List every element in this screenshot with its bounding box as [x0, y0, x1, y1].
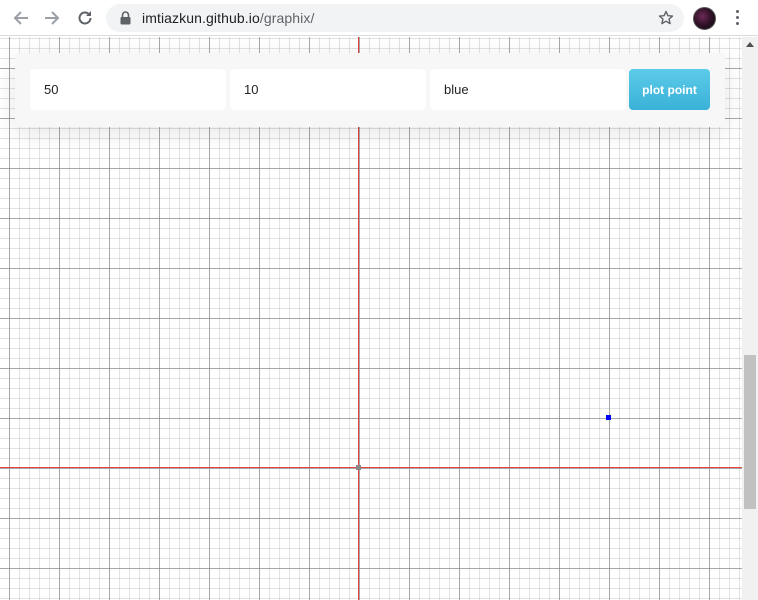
url-text: imtiazkun.github.io/graphix/	[142, 10, 314, 26]
input-panel: plot point	[15, 53, 725, 127]
reload-icon[interactable]	[75, 8, 95, 28]
plotted-point	[606, 415, 611, 420]
address-bar[interactable]: imtiazkun.github.io/graphix/	[106, 4, 684, 32]
color-input[interactable]	[430, 69, 626, 110]
forward-arrow-icon[interactable]	[42, 8, 62, 28]
kebab-menu-icon[interactable]	[732, 10, 742, 26]
star-icon[interactable]	[658, 10, 674, 31]
url-path: /graphix/	[259, 10, 315, 26]
browser-toolbar: imtiazkun.github.io/graphix/	[0, 0, 758, 36]
origin-marker	[356, 465, 361, 470]
plot-point-button[interactable]: plot point	[629, 69, 710, 110]
scrollbar-thumb[interactable]	[744, 355, 756, 509]
page-scrollbar[interactable]	[742, 37, 758, 600]
x-coordinate-input[interactable]	[30, 69, 226, 110]
graph-canvas[interactable]: plot point	[0, 37, 742, 600]
profile-avatar[interactable]	[693, 7, 716, 30]
x-axis	[0, 467, 742, 468]
url-host: imtiazkun.github.io	[142, 10, 260, 26]
scroll-up-arrow-icon[interactable]	[746, 42, 754, 47]
lock-icon[interactable]	[120, 11, 131, 30]
back-arrow-icon[interactable]	[11, 8, 31, 28]
y-coordinate-input[interactable]	[230, 69, 426, 110]
